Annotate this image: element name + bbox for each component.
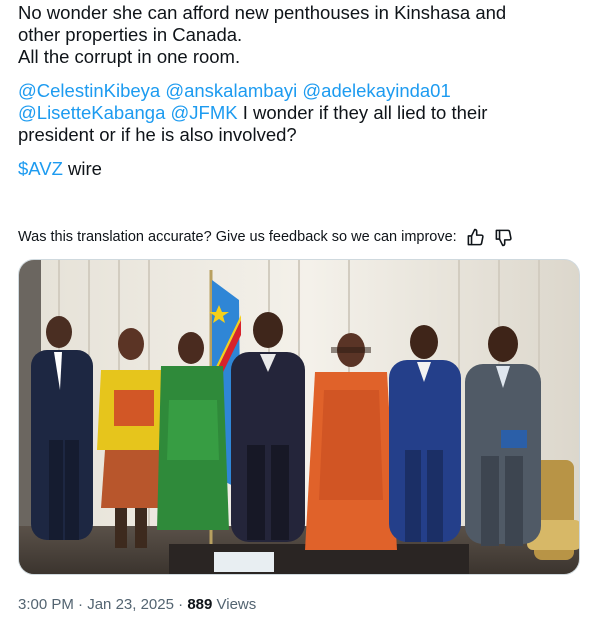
post-meta: 3:00 PM · Jan 23, 2025 · 889 Views [18,596,256,613]
post-text-fragment: wire [62,158,102,179]
views-label: Views [212,596,257,613]
post-text: No wonder she can afford new penthouses … [18,2,588,180]
views-count: 889 [187,596,213,613]
post-time[interactable]: 3:00 PM [18,596,74,613]
thumbs-up-icon[interactable] [466,228,485,247]
meta-separator: · [73,596,88,613]
post-line-2: other properties in Canada. [18,24,243,45]
feedback-prompt: Was this translation accurate? Give us f… [18,229,457,245]
post-line-question: president or if he is also involved? [18,124,297,145]
mention-link[interactable]: @adelekayinda01 [302,80,450,101]
group-photo-illustration [19,260,579,574]
post-date[interactable]: Jan 23, 2025 [87,596,174,613]
mention-link[interactable]: @LisetteKabanga [18,102,165,123]
thumbs-down-icon[interactable] [494,228,513,247]
mention-link[interactable]: @JFMK [171,102,238,123]
post-text-fragment: I wonder if they all lied to their [237,102,488,123]
mention-link[interactable]: @anskalambayi [165,80,297,101]
mention-link[interactable]: @CelestinKibeya [18,80,160,101]
post-line-1: No wonder she can afford new penthouses … [18,2,507,23]
cashtag-link[interactable]: $AVZ [18,158,63,179]
photo-of-group[interactable] [18,259,580,575]
post-line-3: All the corrupt in one room. [18,46,241,67]
translation-feedback: Was this translation accurate? Give us f… [18,227,513,247]
meta-separator: · [173,596,188,613]
